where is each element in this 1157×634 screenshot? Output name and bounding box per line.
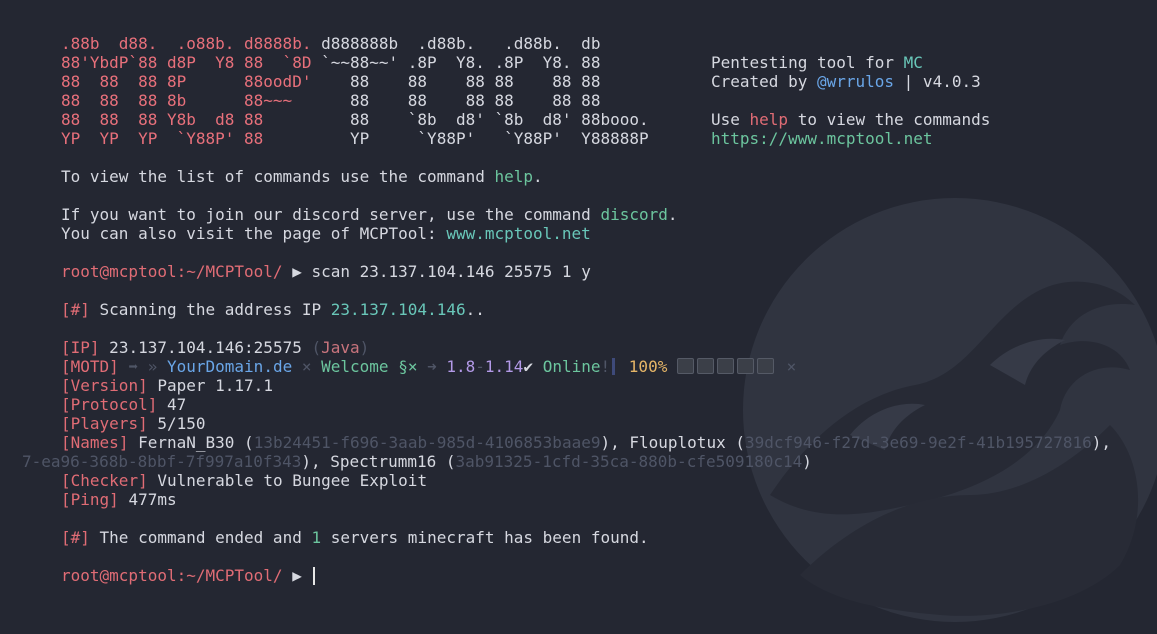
block-icon bbox=[736, 358, 754, 374]
banner-line: 88'YbdP`88 d8P Y8 88 `8D `~~88~~' .8P Y8… bbox=[61, 53, 923, 72]
intro-help-line: To view the list of commands use the com… bbox=[61, 167, 543, 186]
result-names-continued: 7-ea96-368b-8bbf-7f997a10f343), Spectrum… bbox=[22, 452, 812, 471]
command-prompt-input[interactable]: root@mcptool:~/MCPTool/ ▶ bbox=[0, 566, 1157, 585]
block-icon bbox=[716, 358, 734, 374]
banner-info-help: Use help to view the commands bbox=[711, 110, 991, 129]
result-ping: [Ping] 477ms bbox=[61, 490, 177, 509]
banner-info-author: Created by @wrrulos | v4.0.3 bbox=[711, 72, 981, 91]
intro-discord-line: If you want to join our discord server, … bbox=[61, 205, 678, 224]
block-icon bbox=[676, 358, 694, 374]
scan-complete-line: [#] The command ended and 1 servers mine… bbox=[61, 528, 649, 547]
result-names: [Names] FernaN_B30 (13b24451-f696-3aab-9… bbox=[61, 433, 1112, 452]
result-protocol: [Protocol] 47 bbox=[61, 395, 187, 414]
banner-info-url[interactable]: https://www.mcptool.net bbox=[711, 129, 933, 148]
result-ip: [IP] 23.137.104.146:25575 (Java) bbox=[61, 338, 370, 357]
prompt-arrow: ▶ bbox=[282, 262, 312, 281]
block-icon bbox=[696, 358, 714, 374]
prompt-command: scan 23.137.104.146 25575 1 y bbox=[311, 262, 591, 281]
banner-line: 88 88 88 8P 88oodD' 88 88 88 88 88 88 Cre… bbox=[61, 72, 981, 91]
banner-info-tool: Pentesting tool for MC bbox=[711, 53, 923, 72]
divider-bar bbox=[612, 358, 616, 375]
text-cursor[interactable] bbox=[313, 567, 316, 585]
banner-line: .88b d88. .o88b. d8888b. d888888b .d88b.… bbox=[61, 34, 601, 53]
result-players: [Players] 5/150 bbox=[61, 414, 206, 433]
command-prompt: root@mcptool:~/MCPTool/ ▶ scan 23.137.10… bbox=[0, 262, 1157, 281]
intro-visit-line: You can also visit the page of MCPTool: … bbox=[61, 224, 591, 243]
prompt-path: root@mcptool:~/MCPTool/ bbox=[61, 262, 283, 281]
result-motd: [MOTD] ➡ » YourDomain.de × Welcome §× ➜ … bbox=[61, 357, 797, 376]
prompt-path: root@mcptool:~/MCPTool/ bbox=[61, 566, 283, 585]
banner-line: YP YP YP `Y88P' 88 YP `Y88P' `Y88P' Y888… bbox=[61, 129, 933, 148]
result-version: [Version] Paper 1.17.1 bbox=[61, 376, 273, 395]
result-checker: [Checker] Vulnerable to Bungee Exploit bbox=[61, 471, 428, 490]
banner-line: 88 88 88 Y8b d8 88 88 `8b d8' `8b d8' 88… bbox=[61, 110, 991, 129]
website-link[interactable]: www.mcptool.net bbox=[446, 224, 591, 243]
scanning-line: [#] Scanning the address IP 23.137.104.1… bbox=[61, 300, 485, 319]
block-icon bbox=[756, 358, 774, 374]
banner-line: 88 88 88 8b 88~~~ 88 88 88 88 88 88 bbox=[61, 91, 601, 110]
prompt-arrow: ▶ bbox=[282, 566, 312, 585]
